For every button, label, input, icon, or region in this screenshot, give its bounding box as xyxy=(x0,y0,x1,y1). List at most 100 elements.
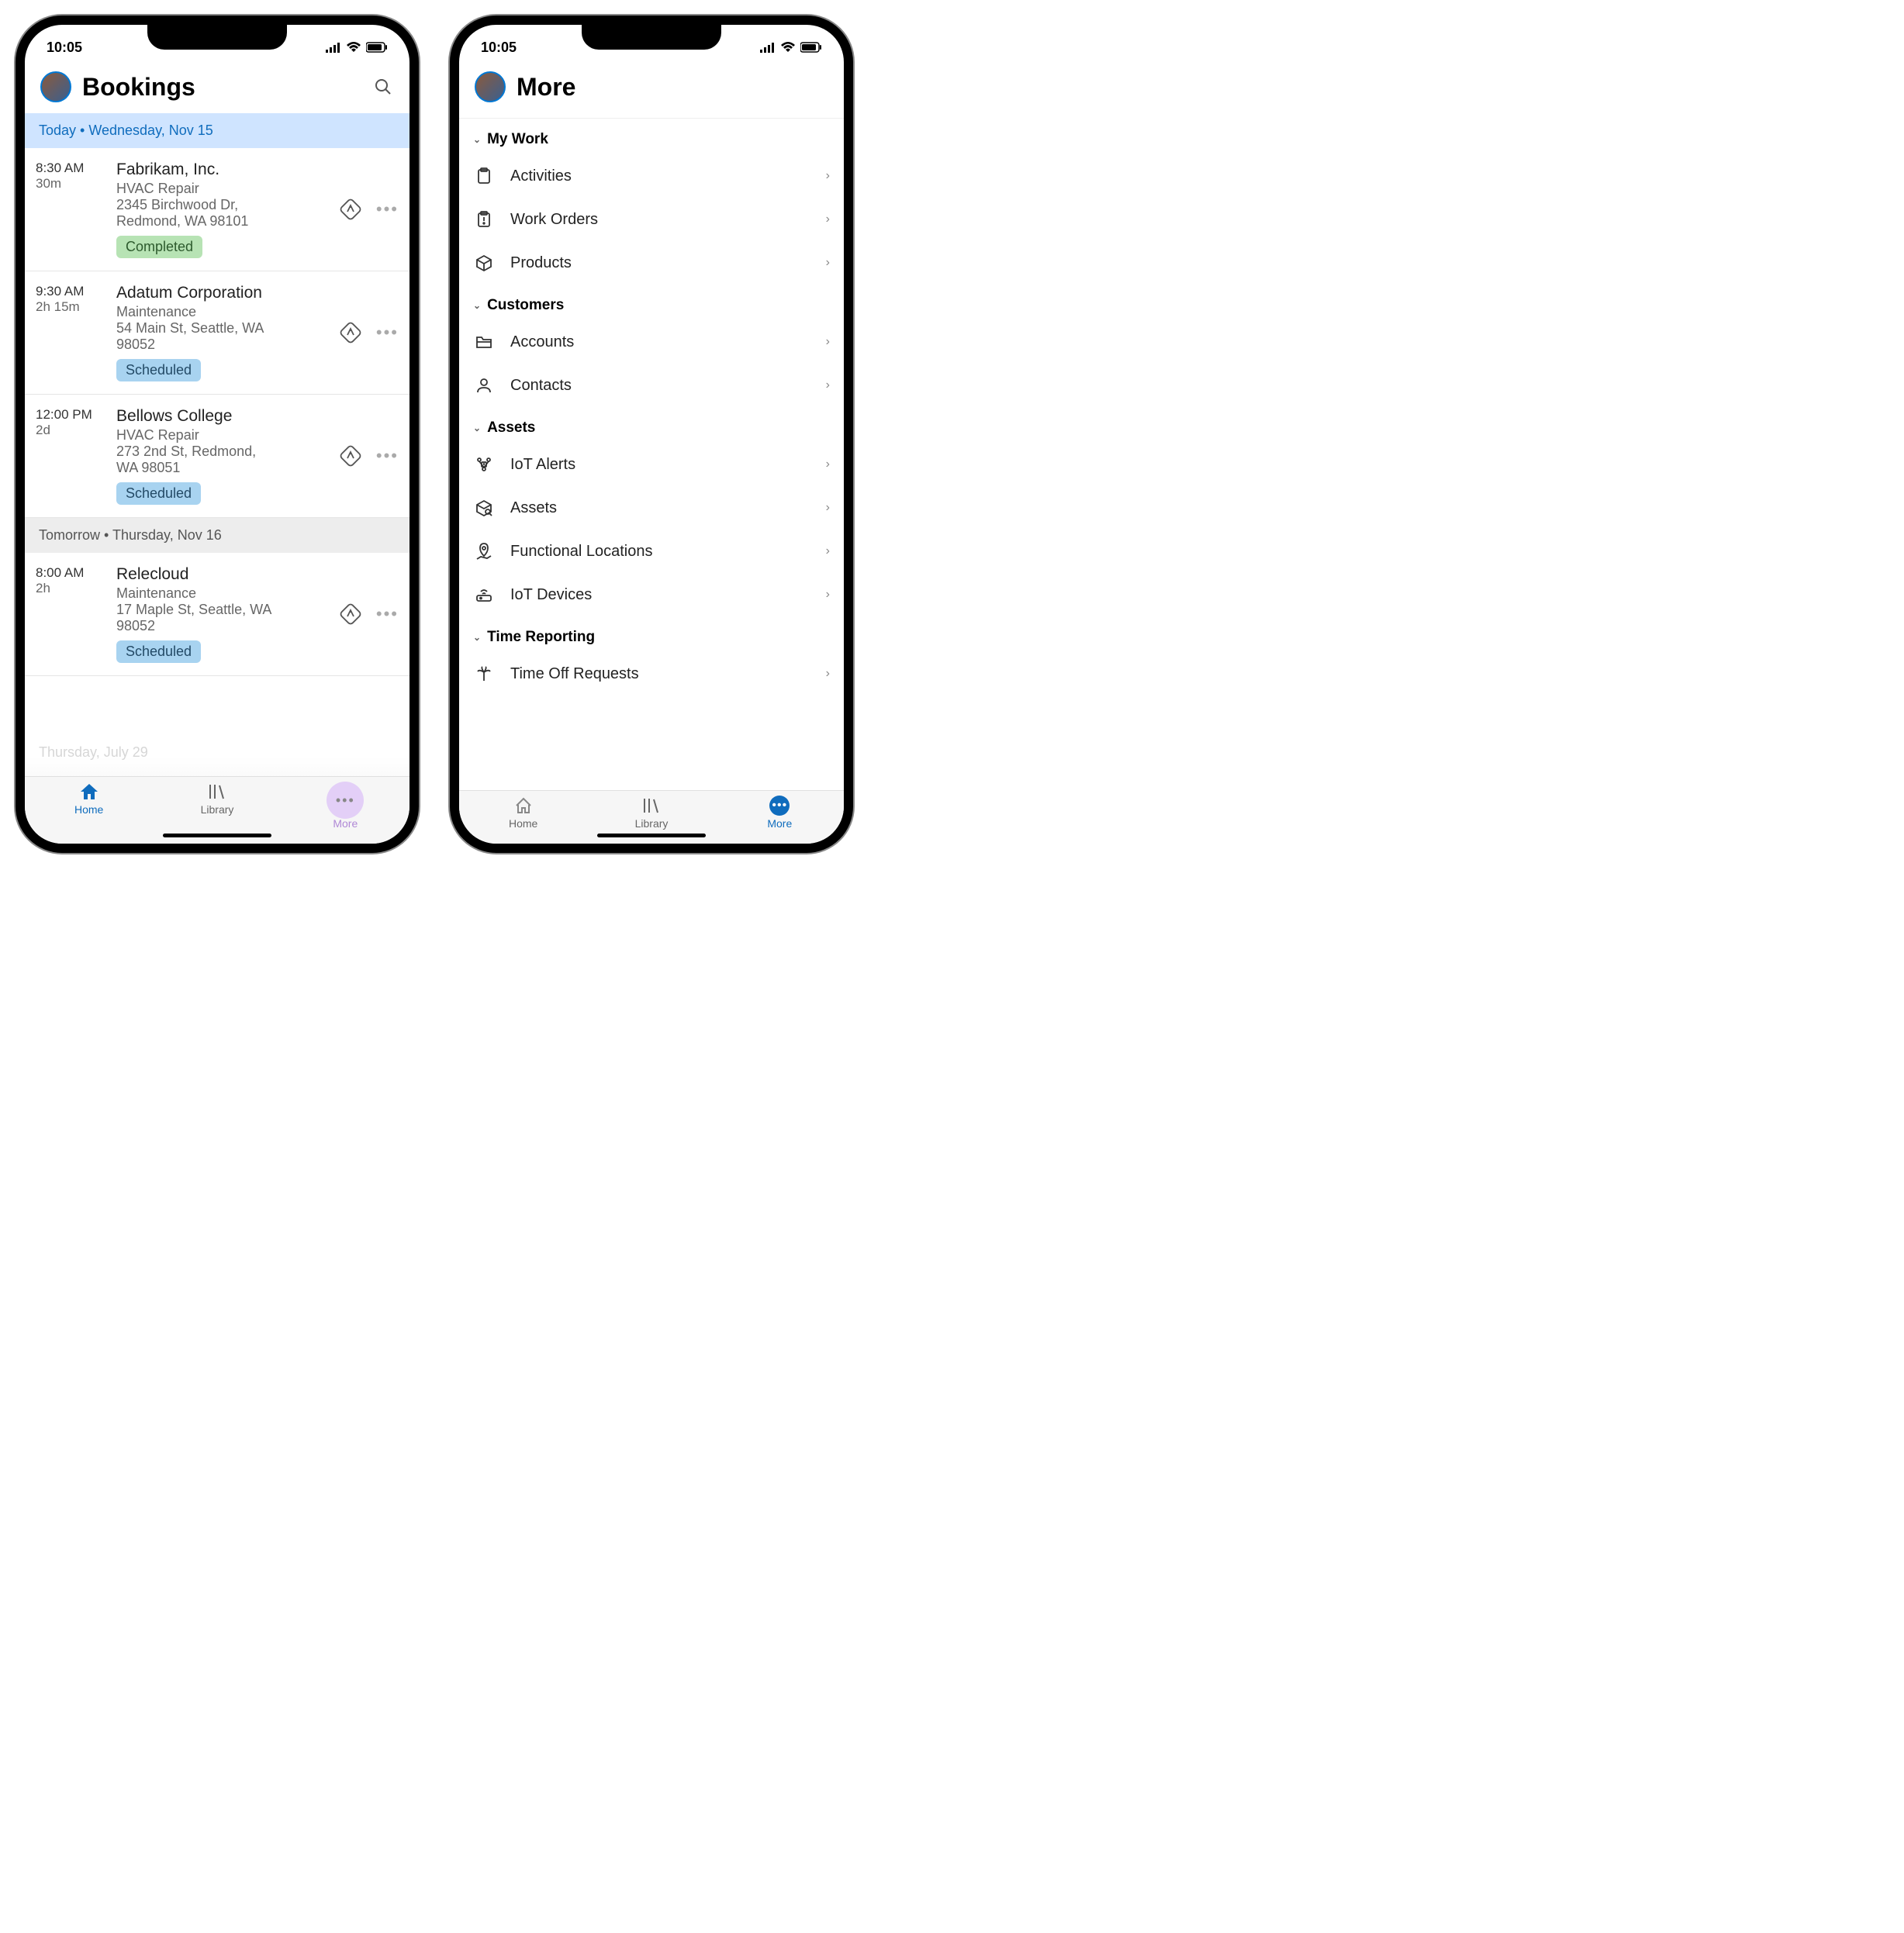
booking-address: 2345 Birchwood Dr, xyxy=(116,197,333,213)
box-icon xyxy=(473,252,495,274)
booking-actions: ••• xyxy=(339,284,399,381)
booking-actions: ••• xyxy=(339,161,399,258)
tab-more-label: More xyxy=(767,817,792,830)
more-actions-button[interactable]: ••• xyxy=(376,446,399,466)
chevron-right-icon: › xyxy=(826,212,830,226)
wifi-icon xyxy=(346,42,361,53)
group-header-time-reporting[interactable]: ⌄ Time Reporting xyxy=(459,616,844,652)
booking-duration: 30m xyxy=(36,176,110,192)
group-header-assets[interactable]: ⌄Assets xyxy=(459,407,844,443)
menu-item-iot-alerts[interactable]: IoT Alerts› xyxy=(459,443,844,486)
menu-item-label: Time Off Requests xyxy=(510,665,810,683)
menu-item-contacts[interactable]: Contacts› xyxy=(459,364,844,407)
booking-item[interactable]: 9:30 AM2h 15m Adatum Corporation Maintenan… xyxy=(25,271,409,395)
tab-bar: Home Library ••• More xyxy=(459,790,844,844)
menu-item-products[interactable]: Products› xyxy=(459,241,844,285)
directions-button[interactable] xyxy=(339,444,362,468)
group-title: Time Reporting xyxy=(487,629,595,646)
chevron-right-icon: › xyxy=(826,169,830,183)
booking-type: Maintenance xyxy=(116,304,333,320)
tab-home-label: Home xyxy=(509,817,537,830)
more-actions-button[interactable]: ••• xyxy=(376,199,399,219)
booking-body: Bellows CollegeHVAC Repair273 2nd St, Re… xyxy=(116,407,333,505)
home-icon xyxy=(513,796,534,816)
booking-address: 273 2nd St, Redmond, xyxy=(116,444,333,460)
bookings-list[interactable]: Today • Wednesday, Nov 15 8:30 AM30mFabr… xyxy=(25,113,409,776)
more-list[interactable]: ⌄My WorkActivities›Work Orders›Products›… xyxy=(459,119,844,790)
phone-bookings: 10:05 Bookings Today • Wednesday, Nov 15… xyxy=(16,16,419,853)
header: More xyxy=(459,64,844,113)
group-title: My Work xyxy=(487,131,548,148)
tomorrow-header: Tomorrow • Thursday, Nov 16 xyxy=(25,518,409,553)
menu-item-time-off-requests[interactable]: Time Off Requests› xyxy=(459,652,844,696)
more-actions-button[interactable]: ••• xyxy=(376,323,399,343)
chevron-right-icon: › xyxy=(826,544,830,558)
booking-customer: Relecloud xyxy=(116,565,333,584)
booking-customer: Fabrikam, Inc. xyxy=(116,161,333,179)
status-badge: Scheduled xyxy=(116,482,201,505)
menu-item-iot-devices[interactable]: IoT Devices› xyxy=(459,573,844,616)
booking-item[interactable]: 8:30 AM30m Fabrikam, Inc. HVAC Repair2345 … xyxy=(25,148,409,271)
tab-home-label: Home xyxy=(74,803,103,816)
menu-item-accounts[interactable]: Accounts› xyxy=(459,320,844,364)
booking-body: Adatum CorporationMaintenance54 Main St,… xyxy=(116,284,333,381)
battery-icon xyxy=(366,42,388,53)
tab-library[interactable]: Library xyxy=(153,782,281,830)
booking-time: 12:00 PM xyxy=(36,407,110,423)
palm-icon xyxy=(473,663,495,685)
directions-button[interactable] xyxy=(339,321,362,344)
tab-home[interactable]: Home xyxy=(459,796,587,830)
chevron-right-icon: › xyxy=(826,501,830,515)
tab-library-label: Library xyxy=(635,817,669,830)
avatar[interactable] xyxy=(40,71,71,102)
menu-item-label: Accounts xyxy=(510,333,810,351)
chevron-down-icon: ⌄ xyxy=(473,632,481,643)
library-icon xyxy=(641,796,662,816)
status-badge: Scheduled xyxy=(116,640,201,663)
notch xyxy=(582,25,721,50)
more-icon: ••• xyxy=(769,796,790,816)
clipboard-icon xyxy=(473,165,495,187)
booking-address-2: Redmond, WA 98101 xyxy=(116,213,333,230)
booking-item[interactable]: 8:00 AM2hRelecloudMaintenance17 Maple St… xyxy=(25,553,409,676)
home-indicator[interactable] xyxy=(163,834,271,837)
booking-item[interactable]: 12:00 PM2dBellows CollegeHVAC Repair273 … xyxy=(25,395,409,518)
chevron-down-icon: ⌄ xyxy=(473,423,481,433)
booking-duration: 2h 15m xyxy=(36,299,110,315)
menu-item-work-orders[interactable]: Work Orders › xyxy=(459,198,844,241)
menu-item-label: Functional Locations xyxy=(510,543,810,561)
status-icons xyxy=(326,42,388,53)
avatar[interactable] xyxy=(475,71,506,102)
booking-time-col: 9:30 AM2h 15m xyxy=(36,284,110,381)
battery-icon xyxy=(800,42,822,53)
search-button[interactable] xyxy=(372,76,394,98)
booking-body: Fabrikam, Inc. HVAC Repair2345 Birchwood … xyxy=(116,161,333,258)
menu-item-assets[interactable]: Assets› xyxy=(459,486,844,530)
group-header-my-work[interactable]: ⌄My Work xyxy=(459,119,844,154)
tab-more[interactable]: ••• More xyxy=(716,796,844,830)
search-icon xyxy=(374,78,392,96)
booking-time: 9:30 AM xyxy=(36,284,110,299)
booking-time: 8:30 AM xyxy=(36,161,110,176)
tab-home[interactable]: Home xyxy=(25,782,153,830)
tab-bar: Home Library ••• More Thursday, July 29 xyxy=(25,776,409,844)
folder-icon xyxy=(473,331,495,353)
menu-item-label: Work Orders xyxy=(510,211,810,229)
menu-item-functional-locations[interactable]: Functional Locations › xyxy=(459,530,844,573)
menu-item-activities[interactable]: Activities› xyxy=(459,154,844,198)
directions-button[interactable] xyxy=(339,198,362,221)
wifi-icon xyxy=(780,42,796,53)
ghost-date: Thursday, July 29 xyxy=(25,744,148,761)
group-header-customers[interactable]: ⌄Customers xyxy=(459,285,844,320)
tab-library[interactable]: Library xyxy=(587,796,715,830)
home-indicator[interactable] xyxy=(597,834,706,837)
tab-more[interactable]: ••• More xyxy=(282,782,409,830)
box-search-icon xyxy=(473,497,495,519)
directions-button[interactable] xyxy=(339,602,362,626)
page-title: Bookings xyxy=(82,73,361,102)
clipboard-alert-icon xyxy=(473,209,495,230)
more-actions-button[interactable]: ••• xyxy=(376,604,399,624)
booking-time-col: 12:00 PM2d xyxy=(36,407,110,505)
booking-type: HVAC Repair xyxy=(116,181,333,197)
booking-customer: Adatum Corporation xyxy=(116,284,333,302)
